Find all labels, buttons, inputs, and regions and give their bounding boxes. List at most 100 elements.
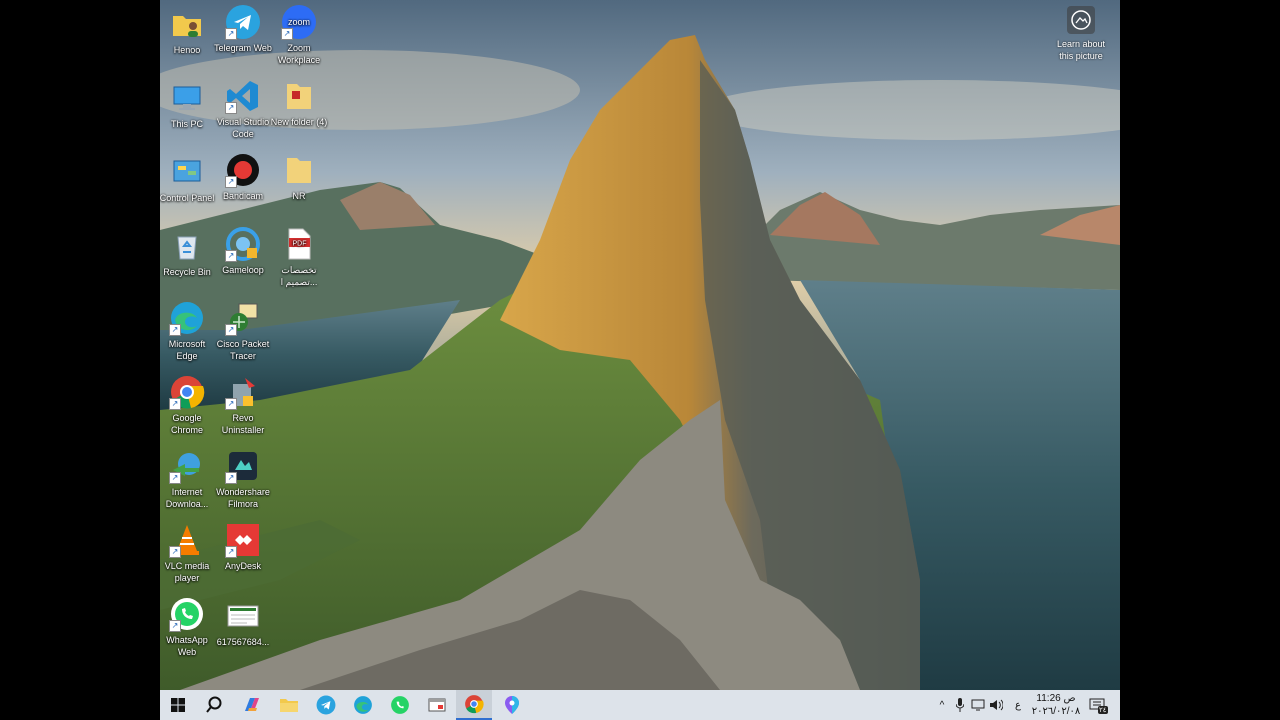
desktop-icon-label: New folder (4) [270,117,328,127]
desktop-icon-pdf-file[interactable]: PDF تخصصات تصميم ا... [269,226,329,288]
language-indicator: ع [1015,699,1021,711]
desktop-icon-this-pc[interactable]: This PC [160,80,217,130]
desktop-icon-gameloop[interactable]: ↗ Gameloop [213,226,273,276]
pdf-file-icon: PDF [288,228,311,260]
desktop-icon-microsoft-edge[interactable]: ↗ Microsoft Edge [160,300,217,362]
desktop-icon-wondershare-filmora[interactable]: ↗ Wondershare Filmora [213,448,273,510]
camera-icon [1071,10,1091,30]
learn-about-this-picture[interactable]: Learn about this picture [1050,6,1112,62]
desktop-icon-label: WhatsApp Web [166,635,208,657]
input-language-button[interactable]: ع [1010,690,1026,720]
shortcut-arrow-icon: ↗ [169,472,181,484]
shortcut-arrow-icon: ↗ [225,398,237,410]
desktop-icon-label: Gameloop [222,265,264,275]
volume-button[interactable] [988,690,1004,720]
microphone-button[interactable] [952,690,968,720]
telegram-icon [316,695,336,715]
desktop-icon-label: Control Panel [160,193,215,203]
shortcut-arrow-icon: ↗ [225,472,237,484]
desktop-icon-document-617567684[interactable]: 617567684... [213,598,273,648]
desktop-icon-label: VLC media player [164,561,210,583]
desktop-icon-control-panel[interactable]: Control Panel [160,154,217,204]
desktop-icon-label: Revo Uninstaller [221,413,265,435]
desktop-icon-whatsapp-web[interactable]: ↗ WhatsApp Web [160,596,217,658]
desktop-icon-vscode[interactable]: ↗ Visual Studio Code [213,78,273,140]
clock-button[interactable]: 11:26 ص ٢٠٢٦/٠٢/٠٨ [1030,692,1082,718]
folder-icon [287,158,311,183]
desktop-icon-nr[interactable]: NR [269,152,329,202]
desktop-icon-internet-download-manager[interactable]: ↗ Internet Downloa... [160,448,217,510]
desktop-icon-vlc-media-player[interactable]: ↗ VLC media player [160,522,217,584]
desktop-icon-bandicam[interactable]: ↗ Bandicam [213,152,273,202]
chrome-button[interactable] [456,690,492,720]
shortcut-arrow-icon: ↗ [225,176,237,188]
desktop-icon-cisco-packet-tracer[interactable]: ↗ Cisco Packet Tracer [213,300,273,362]
learn-about-label: Learn about this picture [1056,39,1106,61]
desktop-icon-label: Henoo [173,45,201,55]
file-explorer-button[interactable] [271,690,307,720]
taskbar: ^ ع 11:26 ص ٢٠٢٦/٠٢/٠٨ ٢٤ [160,690,1120,720]
desktop-icon-label: Wondershare Filmora [216,487,270,509]
desktop-icon-henoo[interactable]: Henoo [160,6,217,56]
chevron-up-icon: ^ [939,699,945,711]
network-button[interactable] [970,690,986,720]
pdf-badge-text: PDF [293,241,307,248]
folder-icon [280,699,298,712]
shortcut-arrow-icon: ↗ [169,324,181,336]
clock-time: 11:26 ص [1036,693,1076,704]
desktop-icon-label: NR [292,191,306,201]
speaker-icon [990,699,1003,711]
desktop-icon-recycle-bin[interactable]: Recycle Bin [160,228,217,278]
desktop-icon-revo-uninstaller[interactable]: ↗ Revo Uninstaller [213,374,273,436]
window-icon [428,698,446,712]
whatsapp-button[interactable] [382,690,418,720]
edge-button[interactable] [345,690,381,720]
shortcut-arrow-icon: ↗ [225,324,237,336]
clock-date: ٢٠٢٦/٠٢/٠٨ [1031,706,1081,717]
search-button[interactable] [196,690,232,720]
search-icon [206,696,222,713]
desktop-icon-label: Bandicam [222,191,264,201]
desktop-icon-label: تخصصات تصميم ا... [280,265,318,287]
desktop-icon-new-folder-4[interactable]: New folder (4) [269,78,329,128]
desktop-icon-label: Telegram Web [214,43,272,53]
zoom-badge-text: zoom [288,17,310,27]
whatsapp-icon [391,696,409,714]
microphone-icon [956,698,964,712]
desktop-icon-telegram-web[interactable]: ↗ Telegram Web [213,4,273,54]
shortcut-arrow-icon: ↗ [169,546,181,558]
edge-icon [354,696,372,714]
location-pin-icon [505,696,519,714]
shortcut-arrow-icon: ↗ [225,28,237,40]
desktop-icon-google-chrome[interactable]: ↗ Google Chrome [160,374,217,436]
desktop-icon-label: 617567684... [216,637,270,647]
desktop-icon-label: Microsoft Edge [168,339,206,361]
notification-count-badge: ٢٤ [1098,706,1108,714]
desktop-icon-label: This PC [170,119,203,129]
desktop-icon-label: Visual Studio Code [216,117,270,139]
start-button[interactable] [160,690,196,720]
control-panel-icon [173,160,201,182]
network-icon [971,699,985,711]
folder-user-icon [173,16,201,37]
desktop-icon-label: Google Chrome [170,413,203,435]
maps-button[interactable] [494,690,530,720]
show-hidden-icons-button[interactable]: ^ [934,690,950,720]
notifications-button[interactable]: ٢٤ [1086,690,1108,720]
computer-icon [173,86,201,110]
copilot-button[interactable] [234,690,270,720]
desktop-icon-label: Cisco Packet Tracer [216,339,270,361]
desktop-icon-zoom-workplace[interactable]: zoom ↗ Zoom Workplace [269,4,329,66]
desktop-icon-label: Zoom Workplace [277,43,321,65]
shortcut-arrow-icon: ↗ [169,620,181,632]
desktop-icon-label: Recycle Bin [163,267,211,277]
telegram-button[interactable] [308,690,344,720]
folder-icon [287,84,311,109]
recycle-bin-icon [177,236,197,260]
app-window-button[interactable] [419,690,455,720]
shortcut-arrow-icon: ↗ [169,398,181,410]
copilot-icon [245,698,259,711]
desktop-icon-anydesk[interactable]: ↗ AnyDesk [213,522,273,572]
shortcut-arrow-icon: ↗ [225,102,237,114]
chrome-icon [465,695,484,714]
